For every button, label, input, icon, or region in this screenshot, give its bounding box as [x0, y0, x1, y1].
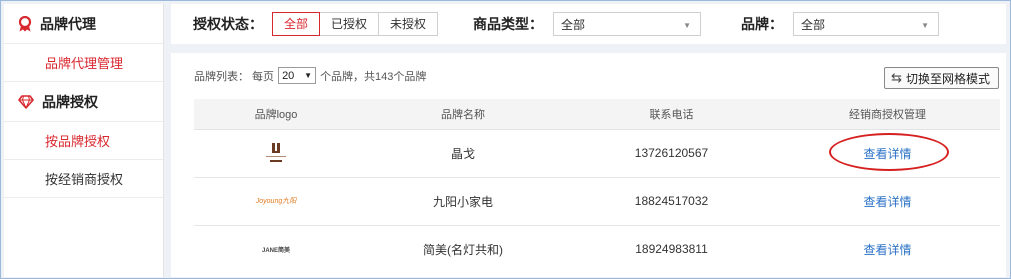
list-suffix: 个品牌，共143个品牌 — [320, 70, 427, 83]
table-row: 晶戈 13726120567 查看详情 — [194, 129, 1000, 178]
brand-select[interactable]: 全部 ▼ — [793, 12, 940, 36]
ribbon-award-icon — [18, 15, 32, 32]
brand-list-panel: 品牌列表： 每页 20 ▼ 个品牌，共143个品牌 ⇆ 切换至网格模式 品牌lo… — [171, 53, 1006, 277]
list-prefix: 品牌列表： 每页 — [194, 70, 275, 83]
brand-phone: 13726120567 — [568, 129, 775, 178]
list-header: 品牌列表： 每页 20 ▼ 个品牌，共143个品牌 — [194, 67, 426, 84]
column-header-name: 品牌名称 — [358, 99, 568, 130]
brand-logo — [246, 138, 306, 168]
brand-name: 晶戈 — [358, 129, 568, 178]
brand-logo-cell: JANE简美 — [194, 225, 358, 273]
chevron-down-icon: ▼ — [304, 71, 313, 80]
view-detail-link[interactable]: 查看详情 — [829, 132, 950, 171]
category-filter: 商品类型： 全部 ▼ — [473, 12, 702, 36]
brand-phone: 18824517032 — [568, 177, 775, 226]
sidebar-group-brand-agency[interactable]: 品牌代理 — [4, 4, 163, 44]
table-row: JANE简美 简美(名灯共和) 18924983811 查看详情 — [194, 225, 1000, 273]
brand-logo: Joyoung九阳 — [246, 186, 306, 216]
brand-logo-cell — [194, 129, 358, 178]
sidebar-group-brand-auth[interactable]: 品牌授权 — [4, 82, 163, 122]
auth-option-unauthorized[interactable]: 未授权 — [378, 12, 439, 36]
sidebar: 品牌代理 品牌代理管理 品牌授权 按品牌授权 按经销商授权 — [4, 4, 164, 277]
brand-logo: JANE简美 — [246, 234, 306, 264]
sidebar-item-brand-agency-manage[interactable]: 品牌代理管理 — [4, 44, 163, 82]
brand-table: 品牌logo 品牌名称 联系电话 经销商授权管理 晶戈 13726120567 — [194, 99, 1000, 273]
brand-logo-text: JANE简美 — [261, 247, 290, 254]
brand-logo-text: Joyoung九阳 — [255, 198, 297, 205]
brand-name: 九阳小家电 — [358, 177, 568, 226]
column-header-logo: 品牌logo — [194, 99, 358, 130]
sidebar-item-auth-by-dealer[interactable]: 按经销商授权 — [4, 160, 163, 198]
switch-grid-label: 切换至网格模式 — [905, 71, 990, 86]
category-label: 商品类型： — [473, 16, 544, 32]
auth-status-segment: 全部 已授权 未授权 — [272, 12, 439, 36]
per-page-value: 20 — [282, 69, 295, 82]
view-detail-cell: 查看详情 — [775, 177, 1000, 226]
sidebar-item-auth-by-brand[interactable]: 按品牌授权 — [4, 122, 163, 160]
view-detail-link[interactable]: 查看详情 — [863, 195, 911, 209]
sidebar-group-title: 品牌授权 — [42, 93, 98, 110]
view-detail-cell: 查看详情 — [775, 225, 1000, 273]
auth-status-label: 授权状态： — [193, 16, 263, 32]
table-row: Joyoung九阳 九阳小家电 18824517032 查看详情 — [194, 177, 1000, 226]
brand-logo-cell: Joyoung九阳 — [194, 177, 358, 226]
category-select-value: 全部 — [561, 17, 586, 32]
auth-option-authorized[interactable]: 已授权 — [319, 12, 380, 36]
diamond-icon — [18, 94, 34, 109]
swap-arrows-icon: ⇆ — [891, 70, 902, 85]
sidebar-group-title: 品牌代理 — [40, 15, 96, 32]
table-header-row: 品牌logo 品牌名称 联系电话 经销商授权管理 — [194, 99, 1000, 130]
brand-label: 品牌： — [741, 16, 784, 32]
column-header-phone: 联系电话 — [568, 99, 775, 130]
per-page-select[interactable]: 20 ▼ — [278, 67, 317, 84]
filter-bar: 授权状态： 全部 已授权 未授权 商品类型： 全部 ▼ 品牌： 全部 ▼ — [171, 4, 1006, 44]
view-detail-cell: 查看详情 — [775, 129, 1000, 178]
chevron-down-icon: ▼ — [921, 21, 930, 30]
brand-phone: 18924983811 — [635, 242, 708, 257]
view-detail-link[interactable]: 查看详情 — [863, 243, 911, 257]
chevron-down-icon: ▼ — [683, 21, 692, 30]
brand-select-value: 全部 — [801, 17, 826, 32]
brand-filter: 品牌： 全部 ▼ — [741, 12, 940, 36]
switch-grid-button[interactable]: ⇆ 切换至网格模式 — [884, 67, 999, 89]
column-header-dealer-auth: 经销商授权管理 — [775, 99, 1000, 130]
auth-option-all[interactable]: 全部 — [272, 12, 321, 36]
category-select[interactable]: 全部 ▼ — [553, 12, 702, 36]
app-frame: 品牌代理 品牌代理管理 品牌授权 按品牌授权 按经销商授权 授权状态： 全部 已… — [0, 0, 1011, 279]
brand-name: 简美(名灯共和) — [423, 242, 503, 257]
